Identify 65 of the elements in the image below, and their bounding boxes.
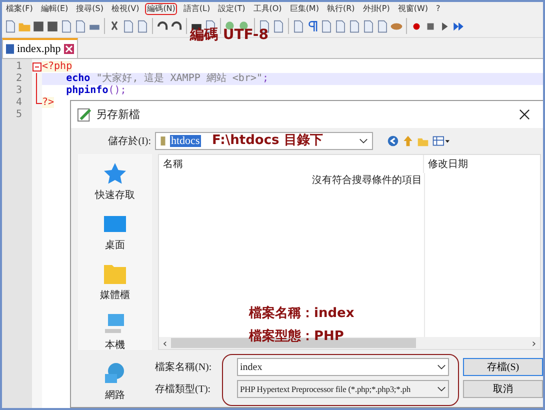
document-icon[interactable] xyxy=(4,20,17,32)
line-number: 5 xyxy=(14,109,23,121)
document-icon[interactable] xyxy=(376,20,389,32)
view-menu-icon[interactable] xyxy=(432,135,450,147)
file-tab[interactable]: index.php xyxy=(2,38,78,58)
menu-item[interactable]: ? xyxy=(434,2,442,14)
document-icon[interactable] xyxy=(136,20,149,32)
column-header[interactable]: 名稱 xyxy=(159,155,424,173)
place-item[interactable]: 本機 xyxy=(103,312,127,352)
file-type-dropdown[interactable]: PHP Hypertext Preprocessor file (*.php;*.php3;*.ph xyxy=(237,380,449,398)
dialog-title: 另存新檔 xyxy=(96,107,141,122)
line-number: 4 xyxy=(14,97,23,109)
caret-icon xyxy=(437,364,446,370)
back-icon[interactable] xyxy=(387,135,399,147)
redo-icon[interactable] xyxy=(170,20,183,32)
document-icon[interactable] xyxy=(292,20,305,32)
save-button[interactable]: 存檔(S) xyxy=(463,358,543,376)
filename-field[interactable]: index xyxy=(237,358,449,376)
filename-label: 檔案名稱(N): xyxy=(155,360,213,374)
file-type-label: 存檔類型(T): xyxy=(155,382,212,396)
fold-minus-icon[interactable] xyxy=(32,61,42,73)
fast-forward-icon[interactable] xyxy=(452,20,465,32)
menu-item[interactable]: 檢視(V) xyxy=(109,2,142,14)
annotation-text: F:\htdocs 目錄下 xyxy=(212,132,323,149)
document-icon[interactable] xyxy=(74,20,87,32)
star-icon xyxy=(103,162,127,186)
document-icon[interactable] xyxy=(348,20,361,32)
pilcrow-icon[interactable] xyxy=(306,20,319,32)
menu-item[interactable]: 設定(T) xyxy=(216,2,248,14)
menu-item[interactable]: 外掛(P) xyxy=(360,2,392,14)
document-icon[interactable] xyxy=(320,20,333,32)
column-header[interactable]: 修改日期 xyxy=(424,157,468,171)
save-in-label: 儲存於(I): xyxy=(107,134,151,148)
line-number: 1 xyxy=(14,61,23,73)
menu-item[interactable]: 視窗(W) xyxy=(396,2,430,14)
annotation-text: 檔案名稱：index xyxy=(249,304,354,322)
caret-icon xyxy=(437,386,446,392)
annotation-text: 編碼 UTF-8 xyxy=(190,26,268,44)
document-icon[interactable] xyxy=(60,20,73,32)
document-icon[interactable] xyxy=(362,20,375,32)
cancel-button[interactable]: 取消 xyxy=(463,380,543,398)
menu-item[interactable]: 語言(L) xyxy=(181,2,212,14)
menu-item[interactable]: 巨集(M) xyxy=(288,2,321,14)
menu-item[interactable]: 搜尋(S) xyxy=(74,2,106,14)
menu-item[interactable]: 執行(R) xyxy=(324,2,357,14)
menu-item[interactable]: 編輯(E) xyxy=(38,2,70,14)
caret-icon xyxy=(359,138,368,144)
line-number: 3 xyxy=(14,85,23,97)
close-icon[interactable] xyxy=(519,109,530,120)
place-item[interactable]: 網路 xyxy=(103,362,127,402)
empty-message: 沒有符合搜尋條件的項目 xyxy=(312,174,423,187)
place-item[interactable]: 快速存取 xyxy=(95,162,135,202)
undo-icon[interactable] xyxy=(156,20,169,32)
menu-item[interactable]: 檔案(F) xyxy=(4,2,35,14)
document-icon[interactable] xyxy=(122,20,135,32)
document-icon[interactable] xyxy=(272,20,285,32)
menu-item[interactable]: 工具(O) xyxy=(251,2,284,14)
document-icon[interactable] xyxy=(334,20,347,32)
notepad-icon xyxy=(77,107,92,122)
place-item[interactable]: 媒體櫃 xyxy=(100,262,130,302)
code-line: phpinfo(); xyxy=(65,85,126,96)
place-item[interactable]: 桌面 xyxy=(103,212,127,252)
code-line: echo "大家好, 這是 XAMPP 網站 <br>"; xyxy=(65,73,269,84)
computer-icon xyxy=(103,312,127,336)
line-number: 2 xyxy=(14,73,23,85)
